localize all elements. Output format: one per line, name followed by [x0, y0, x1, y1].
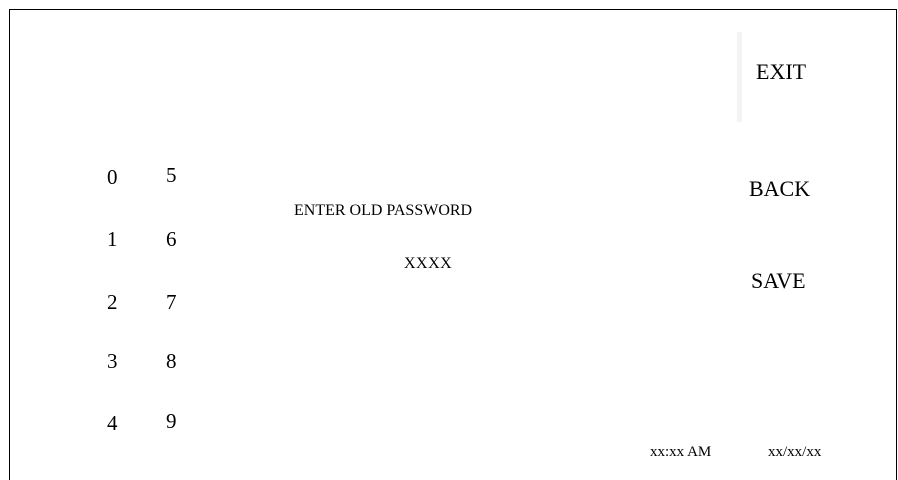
keypad-key-7[interactable]: 7	[166, 292, 177, 313]
keypad-key-4[interactable]: 4	[107, 413, 118, 434]
exit-button[interactable]: EXIT	[756, 61, 806, 83]
password-prompt-label: ENTER OLD PASSWORD	[294, 202, 473, 219]
keypad-key-6[interactable]: 6	[166, 229, 177, 250]
clock-date: xx/xx/xx	[768, 444, 822, 460]
save-button[interactable]: SAVE	[751, 270, 806, 292]
password-input-display[interactable]: XXXX	[404, 256, 452, 272]
keypad-key-9[interactable]: 9	[166, 411, 177, 432]
keypad-key-3[interactable]: 3	[107, 351, 118, 372]
keypad-key-8[interactable]: 8	[166, 351, 177, 372]
keypad-key-1[interactable]: 1	[107, 229, 118, 250]
keypad-key-5[interactable]: 5	[166, 165, 177, 186]
keypad-key-2[interactable]: 2	[107, 292, 118, 313]
keypad-key-0[interactable]: 0	[107, 167, 118, 188]
exit-button-highlight	[737, 32, 742, 122]
clock-time: xx:xx AM	[650, 444, 712, 460]
back-button[interactable]: BACK	[749, 178, 810, 200]
